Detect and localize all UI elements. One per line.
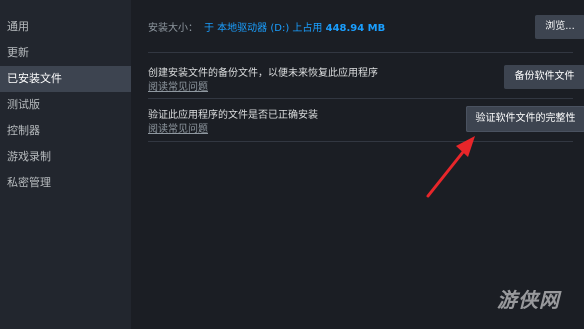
sidebar-item-privacy[interactable]: 私密管理 [0,170,131,196]
install-location-text: 于 本地驱动器 (D:) 上占用 [204,23,323,34]
install-size-amount: 448.94 MB [325,23,386,34]
sidebar-item-general[interactable]: 通用 [0,14,131,40]
verify-integrity-button[interactable]: 验证软件文件的完整性 [466,106,584,132]
backup-description: 创建安装文件的备份文件，以便未来恢复此应用程序 [148,68,378,79]
sidebar-item-betas[interactable]: 测试版 [0,92,131,118]
verify-description: 验证此应用程序的文件是否已正确安装 [148,110,318,121]
backup-row: 创建安装文件的备份文件，以便未来恢复此应用程序 阅读常见问题 备份软件文件 [148,53,584,99]
backup-faq-link[interactable]: 阅读常见问题 [148,78,208,93]
settings-sidebar: 通用 更新 已安装文件 测试版 控制器 游戏录制 私密管理 [0,0,131,329]
install-size-label: 安装大小： [148,23,198,34]
verify-row: 验证此应用程序的文件是否已正确安装 阅读常见问题 验证软件文件的完整性 [148,99,584,142]
sidebar-item-installed-files[interactable]: 已安装文件 [0,66,131,92]
browse-button[interactable]: 浏览... [535,15,584,39]
sidebar-item-controller[interactable]: 控制器 [0,118,131,144]
sidebar-item-game-recording[interactable]: 游戏录制 [0,144,131,170]
verify-faq-link[interactable]: 阅读常见问题 [148,120,208,135]
backup-files-button[interactable]: 备份软件文件 [504,65,584,89]
install-size-value: 于 本地驱动器 (D:) 上占用 448.94 MB [204,19,385,34]
watermark-logo: 游侠网 [497,288,560,312]
install-size-row: 安装大小： 于 本地驱动器 (D:) 上占用 448.94 MB 浏览... [148,0,584,53]
installed-files-panel: 安装大小： 于 本地驱动器 (D:) 上占用 448.94 MB 浏览... 创… [131,0,584,329]
sidebar-item-updates[interactable]: 更新 [0,40,131,66]
